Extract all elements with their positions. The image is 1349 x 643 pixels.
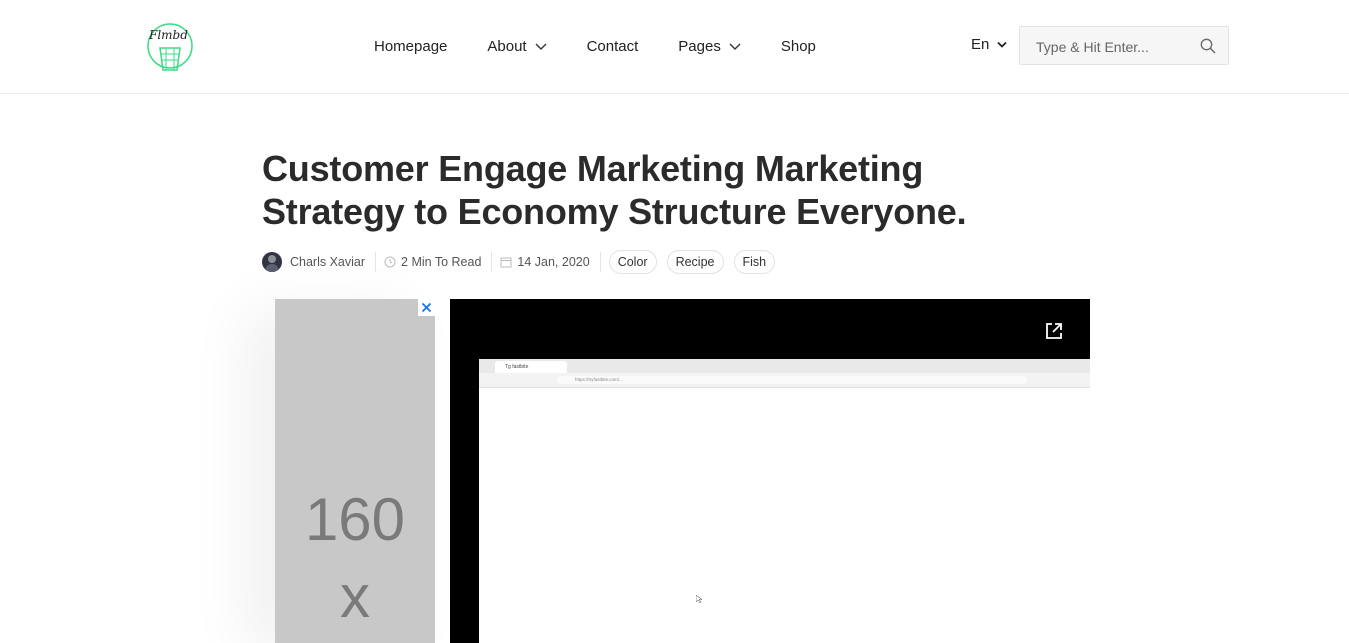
read-time: 2 Min To Read xyxy=(401,255,482,269)
nav-about-label: About xyxy=(487,38,527,55)
ad-size-label: x xyxy=(340,563,370,630)
site-logo[interactable]: Flmbd xyxy=(146,14,194,78)
meta-divider xyxy=(491,252,493,272)
nav-shop-label: Shop xyxy=(780,38,816,55)
site-header: Flmbd Homepage About Contact Pages Shop … xyxy=(0,0,1349,94)
chevron-down-icon xyxy=(997,41,1007,48)
article-meta: Charls Xaviar 2 Min To Read 14 Jan, 2020… xyxy=(262,250,776,274)
tag-recipe[interactable]: Recipe xyxy=(666,250,724,274)
search-input[interactable] xyxy=(1034,36,1198,58)
video-player[interactable]: Tg fastbite https://tryfastbite.com/... xyxy=(450,299,1090,643)
main-nav: Homepage About Contact Pages Shop xyxy=(374,0,856,93)
browser-address-bar: https://tryfastbite.com/... xyxy=(479,373,1090,388)
chevron-down-icon xyxy=(535,43,547,50)
tag-color[interactable]: Color xyxy=(608,250,657,274)
nav-pages[interactable]: Pages xyxy=(678,38,741,55)
calendar-icon xyxy=(500,257,512,268)
svg-text:Flmbd: Flmbd xyxy=(148,28,188,42)
nav-shop[interactable]: Shop xyxy=(781,38,816,55)
mouse-cursor-icon xyxy=(696,595,702,603)
browser-url: https://tryfastbite.com/... xyxy=(557,376,1027,384)
nav-contact[interactable]: Contact xyxy=(587,38,639,55)
article-title: Customer Engage Marketing Marketing Stra… xyxy=(262,148,967,232)
nav-contact-label: Contact xyxy=(586,38,639,55)
publish-date: 14 Jan, 2020 xyxy=(517,255,590,269)
clock-icon xyxy=(384,256,396,268)
open-external-icon[interactable] xyxy=(1044,321,1064,341)
nav-about[interactable]: About xyxy=(487,38,547,55)
author-name[interactable]: Charls Xaviar xyxy=(290,255,365,269)
meta-divider xyxy=(375,252,377,272)
nav-homepage-label: Homepage xyxy=(374,38,448,55)
ad-close-button[interactable] xyxy=(418,299,435,316)
video-frame: Tg fastbite https://tryfastbite.com/... xyxy=(479,359,1090,643)
language-selector[interactable]: En xyxy=(971,36,1007,53)
chevron-down-icon xyxy=(729,43,741,50)
language-label: En xyxy=(971,36,990,53)
author-avatar[interactable] xyxy=(262,252,282,272)
browser-tab: Tg fastbite xyxy=(495,361,567,373)
close-icon xyxy=(421,302,432,313)
nav-pages-label: Pages xyxy=(678,38,721,55)
browser-tabbar: Tg fastbite xyxy=(479,359,1090,373)
search-icon[interactable] xyxy=(1200,38,1216,54)
search-box xyxy=(1019,26,1229,65)
ad-size-label: 160 xyxy=(304,486,406,553)
meta-divider xyxy=(599,252,601,272)
nav-homepage[interactable]: Homepage xyxy=(374,38,447,55)
ad-banner[interactable]: 160 x xyxy=(275,299,435,643)
tag-fish[interactable]: Fish xyxy=(733,250,776,274)
